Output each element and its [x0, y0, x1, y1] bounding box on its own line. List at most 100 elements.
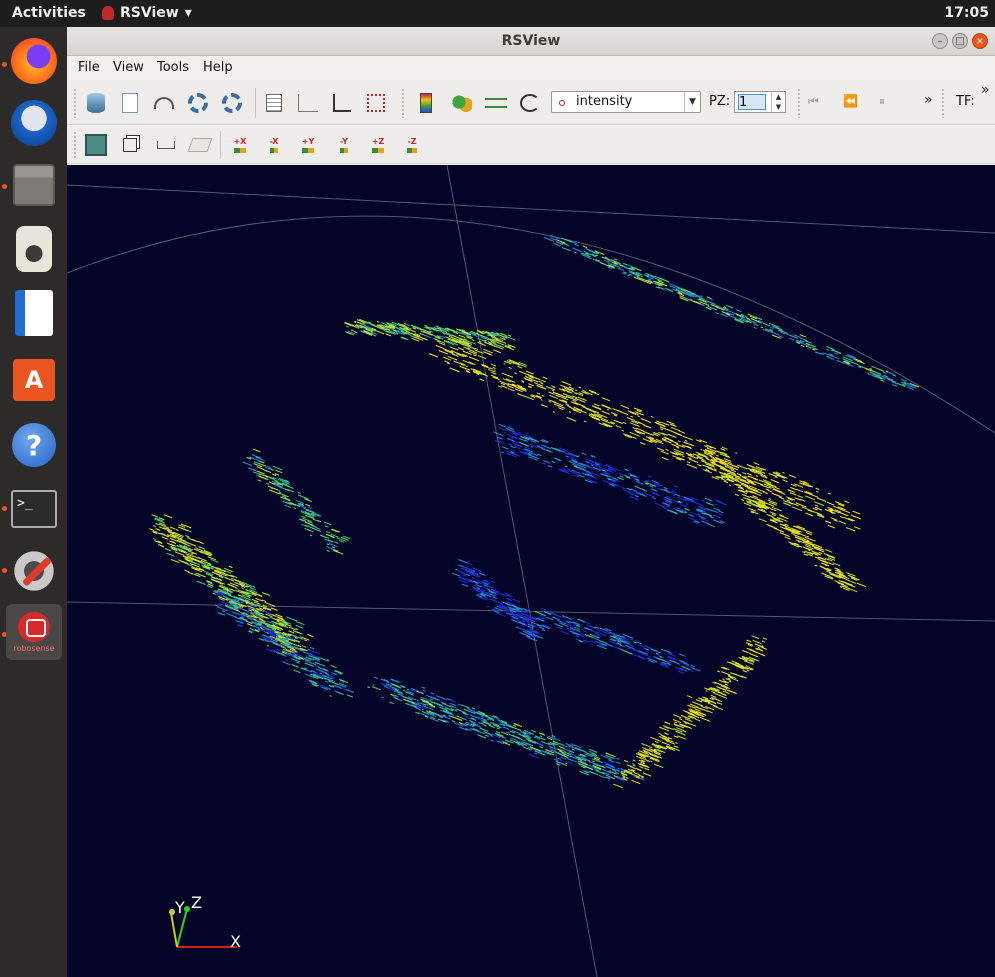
plot-button[interactable]: [295, 90, 321, 116]
toolbar-grip[interactable]: [941, 88, 945, 118]
point-cloud: [149, 234, 920, 789]
axis-label: +Z: [371, 136, 385, 146]
axis-arrow-icon: [340, 147, 348, 153]
pz-label: PZ:: [709, 94, 731, 109]
dock-item-firefox[interactable]: [6, 33, 62, 89]
pz-value[interactable]: 1: [738, 94, 766, 110]
projection-button[interactable]: [117, 132, 143, 158]
files-icon: [13, 164, 55, 206]
previous-frame-button[interactable]: ⏪: [843, 94, 858, 108]
rhythmbox-icon: [16, 226, 52, 272]
minimize-button[interactable]: –: [932, 33, 948, 49]
window-titlebar[interactable]: RSView – □ ×: [67, 27, 995, 56]
first-frame-button[interactable]: ⏮: [808, 94, 819, 109]
dock-item-help[interactable]: ?: [6, 417, 62, 473]
clock[interactable]: 17:05: [944, 5, 989, 21]
toolbar-grip[interactable]: [73, 131, 77, 159]
database-icon: [87, 93, 105, 113]
robosense-app-icon: [102, 6, 114, 20]
pz-spinbox[interactable]: 1 ▲ ▼: [734, 91, 786, 113]
point-cloud-render[interactable]: X Y Z: [67, 165, 995, 977]
protractor-icon: [154, 97, 174, 109]
sensor-refresh-button[interactable]: [219, 90, 245, 116]
menu-tools[interactable]: Tools: [157, 60, 189, 75]
maximize-button[interactable]: □: [952, 33, 968, 49]
dock-item-terminal[interactable]: >_: [6, 481, 62, 537]
reset-range-button[interactable]: [483, 90, 509, 116]
main-toolbar: intensity ▼ PZ: 1 ▲ ▼ ⏮ ⏪ ⏸ » TF: »: [67, 80, 995, 125]
axis-arrow-icon: [301, 147, 315, 153]
pause-button[interactable]: ⏸: [879, 94, 885, 109]
toolbar-grip[interactable]: [797, 88, 801, 118]
thunderbird-icon: [11, 100, 57, 146]
spin-arrows-icon[interactable]: ▲ ▼: [771, 92, 785, 112]
measure-angle-button[interactable]: [151, 90, 177, 116]
chevron-down-icon: ▼: [684, 92, 700, 112]
grid-button[interactable]: [187, 132, 213, 158]
view-minus-x-button[interactable]: -X: [261, 132, 287, 158]
color-by-select[interactable]: intensity ▼: [551, 91, 701, 113]
dock-item-robosense[interactable]: robosense: [6, 604, 62, 660]
select-points-button[interactable]: [363, 90, 389, 116]
view-minus-y-button[interactable]: -Y: [331, 132, 357, 158]
select-points-icon: [367, 94, 385, 112]
crop-icon: [333, 94, 351, 112]
robosense-icon: robosense: [6, 604, 62, 660]
menu-view[interactable]: View: [113, 60, 144, 75]
view-plus-z-button[interactable]: +Z: [365, 132, 391, 158]
dock-item-label: robosense: [13, 643, 55, 653]
axis-x-label: X: [230, 932, 241, 951]
writer-icon: [15, 290, 53, 336]
toolbar-grip[interactable]: [73, 88, 77, 118]
rescale-range-button[interactable]: [517, 90, 543, 116]
chart-icon: [298, 94, 318, 112]
view-plus-x-button[interactable]: +X: [227, 132, 253, 158]
toolbar-separator: [220, 131, 221, 159]
orientation-axes: X Y Z: [169, 893, 241, 951]
axis-label: +Y: [301, 136, 315, 146]
reset-camera-button[interactable]: [83, 132, 109, 158]
color-map-button[interactable]: [413, 90, 439, 116]
dock-item-software[interactable]: A: [6, 352, 62, 408]
gear-icon: [188, 93, 208, 113]
dock-item-rhythmbox[interactable]: [6, 221, 62, 277]
ground-grid: [67, 165, 995, 977]
axis-arrow-icon: [407, 147, 417, 153]
axis-y-label: Y: [174, 898, 185, 917]
sensor-config-button[interactable]: [185, 90, 211, 116]
dock-item-writer[interactable]: [6, 285, 62, 341]
open-pcap-button[interactable]: [117, 90, 143, 116]
dock-item-system-tools[interactable]: [6, 543, 62, 599]
dock-item-thunderbird[interactable]: [6, 95, 62, 151]
gnome-top-bar: Activities RSView ▾ 17:05: [0, 0, 995, 27]
activities-button[interactable]: Activities: [12, 5, 86, 21]
help-icon: ?: [12, 423, 56, 467]
toolbar-overflow-button[interactable]: »: [981, 82, 990, 98]
menu-bar: File View Tools Help: [67, 56, 995, 80]
menu-help[interactable]: Help: [203, 60, 233, 75]
tf-label: TF:: [956, 94, 975, 109]
firefox-icon: [11, 38, 57, 84]
layers-icon: [187, 138, 213, 152]
app-menu-label: RSView: [120, 5, 179, 21]
color-by-value: intensity: [576, 94, 633, 109]
menu-file[interactable]: File: [78, 60, 100, 75]
toolbar-overflow-button[interactable]: »: [924, 92, 933, 108]
axis-arrow-icon: [371, 147, 385, 153]
view-minus-z-button[interactable]: -Z: [399, 132, 425, 158]
spreadsheet-button[interactable]: [261, 90, 287, 116]
view-plus-y-button[interactable]: +Y: [295, 132, 321, 158]
dock-item-files[interactable]: [6, 157, 62, 213]
crop-button[interactable]: [329, 90, 355, 116]
system-tools-icon: [11, 548, 57, 594]
open-file-button[interactable]: [83, 90, 109, 116]
toolbar-grip[interactable]: [401, 88, 405, 118]
color-legend-button[interactable]: [449, 90, 475, 116]
axis-label: -X: [269, 136, 279, 146]
axis-arrow-icon: [269, 147, 279, 153]
close-button[interactable]: ×: [972, 33, 988, 49]
point-cloud-viewport[interactable]: X Y Z: [67, 165, 995, 977]
app-menu[interactable]: RSView ▾: [102, 5, 192, 21]
dock: A ? >_ robosense: [0, 27, 67, 977]
ruler-button[interactable]: [153, 132, 179, 158]
